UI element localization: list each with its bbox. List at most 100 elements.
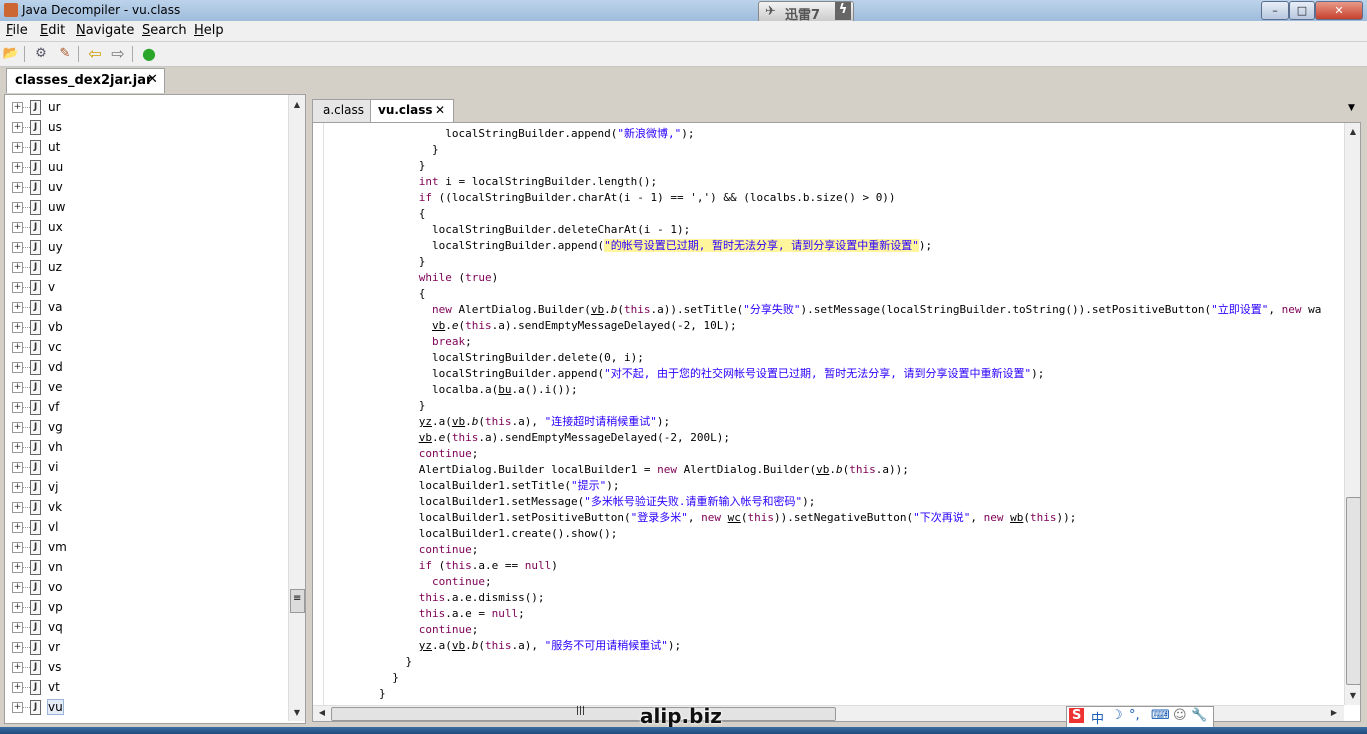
tree-item[interactable]: + Juu — [5, 157, 285, 177]
scroll-up-icon[interactable]: ▲ — [290, 98, 304, 112]
tree-item-label: uu — [48, 160, 64, 174]
tree-item[interactable]: + Jvc — [5, 337, 285, 357]
code-line: new AlertDialog.Builder(vb.b(this.a)).se… — [326, 302, 1321, 318]
tab-classes-jar[interactable]: classes_dex2jar.jar ✕ — [6, 68, 165, 93]
code-token: vb — [451, 639, 466, 652]
tree-item[interactable]: + Jvb — [5, 317, 285, 337]
code-line: vb.e(this.a).sendEmptyMessageDelayed(-2,… — [326, 430, 1321, 446]
scrollbar-thumb[interactable] — [1346, 497, 1360, 685]
menu-search[interactable]: Search — [142, 23, 187, 38]
menu-file[interactable]: File — [6, 23, 28, 38]
java-file-icon: J — [30, 540, 41, 555]
tree-item[interactable]: + Juz — [5, 257, 285, 277]
tree-item[interactable]: + Jur — [5, 97, 285, 117]
tree-item[interactable]: + Juw — [5, 197, 285, 217]
tree-item[interactable]: + Jvd — [5, 357, 285, 377]
tree-item-label: vi — [48, 460, 59, 474]
open-type-icon[interactable]: ⚙ — [32, 45, 50, 63]
tree-item[interactable]: + Jvq — [5, 617, 285, 637]
code-token: , — [1268, 303, 1282, 316]
tree-item[interactable]: + Jus — [5, 117, 285, 137]
tree-item[interactable]: + Jvp — [5, 597, 285, 617]
tree-item[interactable]: + Jvk — [5, 497, 285, 517]
source-code[interactable]: localStringBuilder.append("新浪微博,"); } } … — [326, 126, 1321, 702]
tree-item[interactable]: + Jvr — [5, 637, 285, 657]
ime-toolbar[interactable]: S 中 ☽ °, ⌨ ☺ 🔧 — [1066, 706, 1214, 728]
tree-item[interactable]: + Jvn — [5, 557, 285, 577]
open-file-icon[interactable]: 📂 — [2, 45, 20, 63]
scrollbar-thumb[interactable]: ||| — [331, 706, 836, 721]
minimize-button[interactable]: – — [1261, 1, 1289, 20]
code-token: .a), — [511, 415, 545, 428]
code-editor[interactable]: localStringBuilder.append("新浪微博,"); } } … — [312, 122, 1361, 722]
tree-item[interactable]: + Jvs — [5, 657, 285, 677]
scroll-right-icon[interactable]: ▶ — [1327, 706, 1341, 720]
code-token: ) && (localbs.b.size() > 0)) — [710, 191, 896, 204]
tree-item[interactable]: + Jvg — [5, 417, 285, 437]
thunder-bolt-icon: ϟ — [835, 2, 851, 20]
tab-vu-class[interactable]: vu.class ✕ — [370, 99, 454, 122]
forward-arrow-icon[interactable]: ⇨ — [109, 45, 127, 63]
keyboard-icon[interactable]: ⌨ — [1151, 708, 1170, 723]
tree-item-label: vg — [48, 420, 63, 434]
code-token: } — [418, 255, 426, 268]
punctuation-icon[interactable]: °, — [1129, 708, 1140, 723]
code-line: localBuilder1.setMessage("多米帐号验证失败.请重新输入… — [326, 494, 1321, 510]
thunder-widget[interactable]: ✈ 迅雷7 ϟ — [758, 1, 854, 23]
tab-label: a.class — [323, 103, 364, 117]
user-icon[interactable]: ☺ — [1173, 708, 1187, 723]
tree-item[interactable]: + Jve — [5, 377, 285, 397]
maximize-button[interactable]: □ — [1289, 1, 1315, 20]
tree-item[interactable]: + Jvf — [5, 397, 285, 417]
sogou-logo-icon[interactable]: S — [1069, 708, 1085, 723]
tree-item[interactable]: + Jvi — [5, 457, 285, 477]
tab-list-menu-icon[interactable]: ▼ — [1348, 103, 1355, 113]
tree-connector — [22, 587, 30, 588]
scroll-left-icon[interactable]: ◀ — [315, 706, 329, 720]
wrench-icon[interactable]: 🔧 — [1191, 708, 1207, 723]
scroll-down-icon[interactable]: ▼ — [1346, 689, 1360, 703]
code-token: ); — [656, 415, 671, 428]
tree-item[interactable]: + Jva — [5, 297, 285, 317]
menu-help[interactable]: Help — [194, 23, 224, 38]
tab-a-class[interactable]: a.class — [312, 99, 372, 122]
tree-item[interactable]: + Juy — [5, 237, 285, 257]
toolbar: 📂 ⚙ ✎ ⇦ ⇨ ● — [0, 42, 1367, 67]
java-file-icon: J — [30, 140, 41, 155]
tree-item[interactable]: + Jvt — [5, 677, 285, 697]
close-icon[interactable]: ✕ — [147, 72, 158, 87]
code-token: ; — [484, 575, 492, 588]
editor-vertical-scrollbar[interactable]: ▲ ▼ — [1344, 123, 1360, 705]
run-icon[interactable]: ● — [140, 45, 158, 63]
menu-navigate[interactable]: Navigate — [76, 23, 134, 38]
search-icon[interactable]: ✎ — [56, 45, 74, 63]
chinese-mode-icon[interactable]: 中 — [1091, 708, 1104, 727]
code-token: bu — [498, 383, 512, 396]
tree-item[interactable]: + Jvo — [5, 577, 285, 597]
tree-connector — [22, 487, 30, 488]
tree-item[interactable]: + Jvh — [5, 437, 285, 457]
tree-item[interactable]: + Jvl — [5, 517, 285, 537]
tree-item[interactable]: + Juv — [5, 177, 285, 197]
scroll-down-icon[interactable]: ▼ — [290, 706, 304, 720]
tree-item[interactable]: + Jvj — [5, 477, 285, 497]
tree-scrollbar[interactable]: ▲ ≡ ▼ — [288, 95, 305, 721]
back-arrow-icon[interactable]: ⇦ — [86, 45, 104, 63]
tree-item[interactable]: + Jut — [5, 137, 285, 157]
tree-item[interactable]: + Jux — [5, 217, 285, 237]
scrollbar-thumb[interactable]: ≡ — [290, 589, 305, 613]
close-icon[interactable]: ✕ — [435, 103, 445, 117]
code-line: localStringBuilder.deleteCharAt(i - 1); — [326, 222, 1321, 238]
close-button[interactable]: ✕ — [1315, 1, 1363, 20]
moon-icon[interactable]: ☽ — [1111, 708, 1123, 723]
menu-edit[interactable]: Edit — [40, 23, 65, 38]
code-line: } — [326, 654, 1321, 670]
scroll-up-icon[interactable]: ▲ — [1346, 125, 1360, 139]
code-line: localStringBuilder.delete(0, i); — [326, 350, 1321, 366]
tree-item[interactable]: + Jvm — [5, 537, 285, 557]
tree-item[interactable]: + Jvu — [5, 697, 285, 717]
tree-item[interactable]: + Jv — [5, 277, 285, 297]
code-token: localBuilder1.setTitle( — [418, 479, 572, 492]
watermark-text: alip.biz — [640, 704, 722, 728]
